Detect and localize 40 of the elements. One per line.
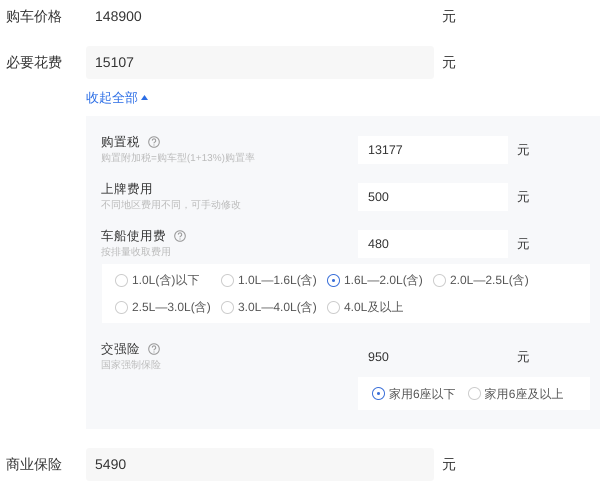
radio-option[interactable]: 1.6L—2.0L(含) — [327, 271, 433, 289]
radio-option[interactable]: 家用6座以下 — [372, 384, 456, 402]
unit-label: 元 — [442, 7, 456, 26]
field-label: 购车价格 — [5, 7, 63, 26]
radio-option[interactable]: 家用6座及以上 — [468, 384, 564, 402]
radio-option[interactable]: 3.0L—4.0L(含) — [221, 298, 327, 316]
radio-option[interactable]: 2.5L—3.0L(含) — [115, 298, 221, 316]
fee-label: 交强险 — [101, 341, 140, 357]
fee-hint: 按排量收取费用 — [101, 246, 172, 260]
radio-option[interactable]: 2.0L—2.5L(含) — [433, 271, 539, 289]
unit-label: 元 — [517, 188, 530, 206]
radio-option[interactable]: 1.0L(含)以下 — [115, 271, 221, 289]
input-field[interactable]: 5490 — [86, 448, 434, 481]
help-icon[interactable] — [148, 343, 160, 355]
fee-hint: 购置附加税=购车型(1+13%)购置率 — [101, 152, 256, 166]
fee-label: 车船使用费 — [101, 228, 166, 244]
help-icon[interactable] — [148, 136, 160, 148]
radio-button[interactable] — [372, 387, 385, 400]
radio-option[interactable]: 4.0L及以上 — [327, 298, 433, 316]
unit-label: 元 — [442, 53, 456, 72]
unit-label: 元 — [517, 142, 530, 159]
input-field[interactable]: 480 — [358, 230, 508, 258]
unit-label: 元 — [442, 455, 456, 474]
caret-icon — [141, 95, 148, 100]
input-field[interactable]: 950 — [358, 343, 508, 371]
unit-label: 元 — [517, 348, 530, 366]
fee-label: 购置税 — [101, 134, 140, 150]
input-field[interactable]: 13177 — [358, 136, 508, 164]
collapse-link[interactable]: 收起全部 — [86, 88, 148, 108]
unit-label: 元 — [517, 236, 530, 253]
fee-hint: 不同地区费用不同，可手动修改 — [101, 199, 242, 213]
radio-button[interactable] — [327, 274, 340, 286]
help-icon[interactable] — [174, 230, 186, 242]
radio-option[interactable]: 1.0L—1.6L(含) — [221, 271, 327, 289]
input-field[interactable]: 15107 — [86, 46, 434, 79]
field-label: 必要花费 — [5, 53, 63, 72]
input-field[interactable]: 500 — [358, 183, 508, 211]
fee-label: 上牌费用 — [101, 181, 153, 197]
field-label: 商业保险 — [5, 455, 63, 474]
fee-hint: 国家强制保险 — [101, 359, 162, 373]
